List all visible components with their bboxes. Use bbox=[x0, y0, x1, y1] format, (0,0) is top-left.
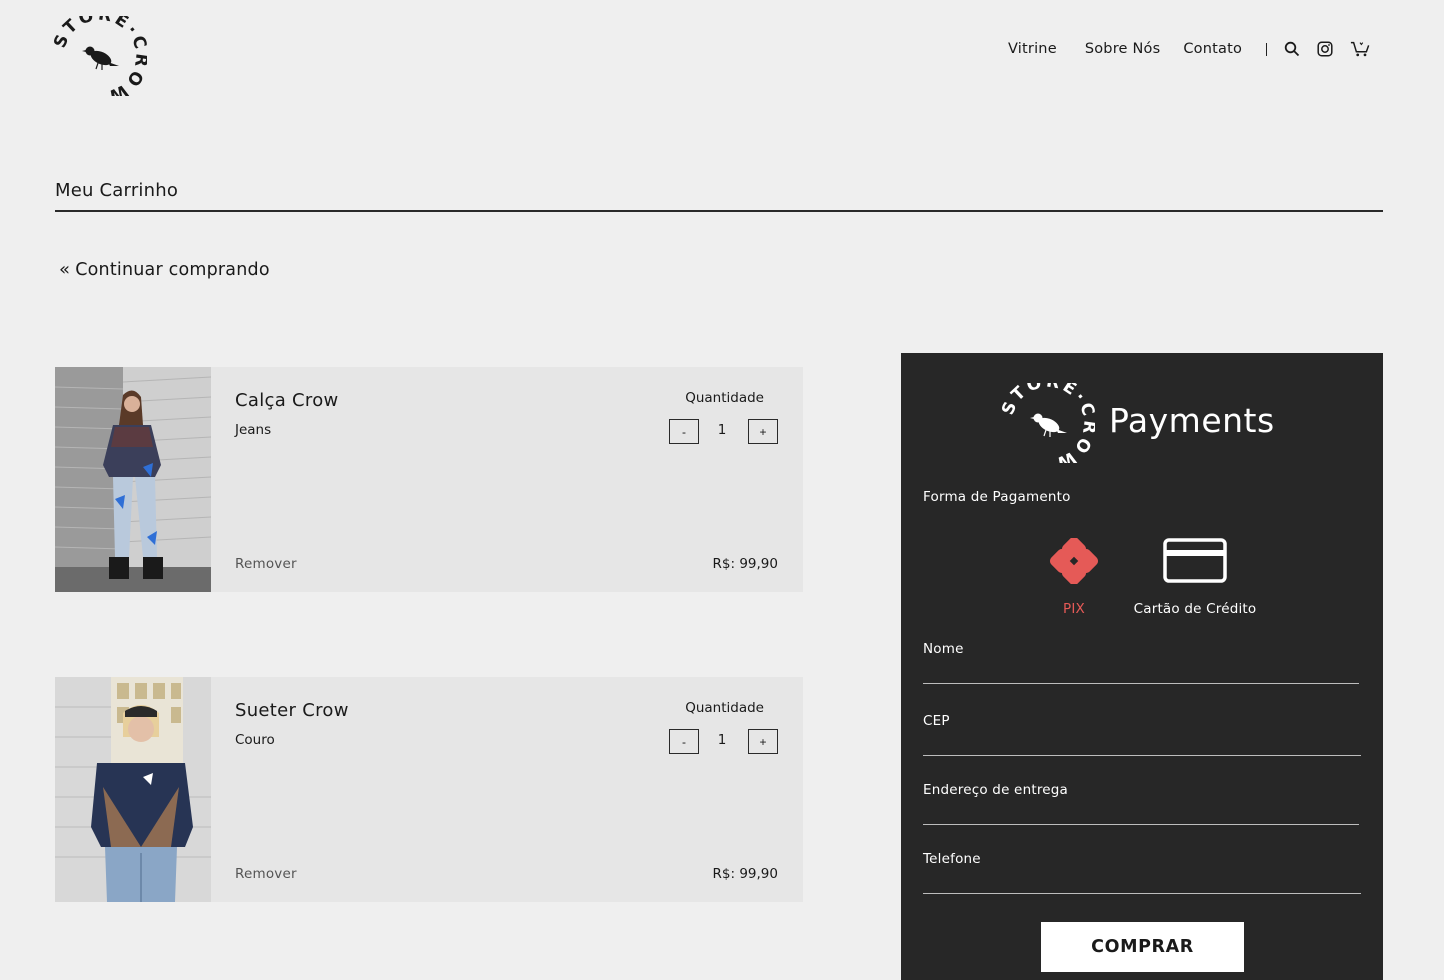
product-variant: Jeans bbox=[235, 422, 272, 438]
quantity-value: 1 bbox=[717, 422, 727, 438]
crow-icon bbox=[1030, 413, 1067, 437]
name-field-label: Nome bbox=[923, 641, 964, 657]
pix-icon bbox=[1047, 535, 1101, 587]
brand-logo[interactable]: STORE·CROW· bbox=[50, 4, 149, 107]
product-image-sueter-crow[interactable] bbox=[55, 677, 211, 902]
payment-title: Payments bbox=[1109, 401, 1275, 440]
payment-option-label: Cartão de Crédito bbox=[1133, 601, 1257, 617]
payment-panel: STORE·CROW· Payments Forma de Pagamento bbox=[901, 353, 1383, 980]
cart-icon[interactable] bbox=[1350, 39, 1370, 59]
nav-divider bbox=[1266, 42, 1268, 56]
product-price: R$: 99,90 bbox=[712, 866, 778, 882]
payment-method-label: Forma de Pagamento bbox=[923, 489, 1071, 505]
quantity-decrease-button[interactable]: - bbox=[669, 419, 699, 444]
nav-link-contato[interactable]: Contato bbox=[1183, 41, 1242, 57]
quantity-increase-button[interactable]: + bbox=[748, 729, 778, 754]
cep-field-label: CEP bbox=[923, 713, 950, 729]
buy-button[interactable]: COMPRAR bbox=[1041, 922, 1244, 972]
quantity-decrease-button[interactable]: - bbox=[669, 729, 699, 754]
store-crow-logo: STORE·CROW· bbox=[50, 4, 149, 107]
phone-input[interactable] bbox=[923, 871, 1361, 893]
title-divider bbox=[55, 210, 1383, 212]
top-navigation: Vitrine Sobre Nós Contato bbox=[1008, 38, 1370, 60]
address-input[interactable] bbox=[923, 802, 1359, 824]
continue-shopping-link[interactable]: « Continuar comprando bbox=[59, 260, 270, 280]
cep-input[interactable] bbox=[923, 733, 1361, 755]
phone-field-underline bbox=[923, 893, 1361, 894]
cart-item: Sueter Crow Couro Quantidade - 1 + Remov… bbox=[55, 677, 803, 902]
quantity-increase-button[interactable]: + bbox=[748, 419, 778, 444]
double-chevron-left-icon: « bbox=[59, 259, 71, 280]
nav-link-vitrine[interactable]: Vitrine bbox=[1008, 41, 1057, 57]
search-icon[interactable] bbox=[1282, 39, 1302, 59]
payment-option-pix[interactable]: PIX bbox=[1046, 535, 1102, 617]
instagram-icon[interactable] bbox=[1315, 39, 1335, 59]
cep-field-underline bbox=[923, 755, 1361, 756]
cart-item: Calça Crow Jeans Quantidade - 1 + Remove… bbox=[55, 367, 803, 592]
crow-icon bbox=[82, 46, 119, 70]
payment-option-credit-card[interactable]: Cartão de Crédito bbox=[1125, 535, 1265, 617]
phone-field-label: Telefone bbox=[923, 851, 981, 867]
page-title: Meu Carrinho bbox=[55, 180, 179, 201]
product-name[interactable]: Sueter Crow bbox=[235, 700, 349, 721]
quantity-value: 1 bbox=[717, 732, 727, 748]
quantity-label: Quantidade bbox=[685, 390, 764, 406]
payment-option-label: PIX bbox=[1063, 601, 1085, 617]
continue-shopping-label: Continuar comprando bbox=[75, 260, 270, 280]
store-crow-logo: STORE·CROW· bbox=[998, 371, 1097, 474]
remove-item-link[interactable]: Remover bbox=[235, 866, 297, 882]
credit-card-icon bbox=[1163, 535, 1227, 587]
nav-link-sobre-nos[interactable]: Sobre Nós bbox=[1085, 41, 1161, 57]
quantity-label: Quantidade bbox=[685, 700, 764, 716]
cart-item-details: Calça Crow Jeans Quantidade - 1 + Remove… bbox=[211, 367, 803, 592]
name-input[interactable] bbox=[923, 661, 1359, 683]
name-field-underline bbox=[923, 683, 1359, 684]
product-price: R$: 99,90 bbox=[712, 556, 778, 572]
payment-brand-logo: STORE·CROW· bbox=[998, 371, 1097, 474]
cart-item-details: Sueter Crow Couro Quantidade - 1 + Remov… bbox=[211, 677, 803, 902]
product-name[interactable]: Calça Crow bbox=[235, 390, 339, 411]
product-variant: Couro bbox=[235, 732, 275, 748]
product-image-calca-crow[interactable] bbox=[55, 367, 211, 592]
address-field-label: Endereço de entrega bbox=[923, 782, 1069, 798]
address-field-underline bbox=[923, 824, 1359, 825]
remove-item-link[interactable]: Remover bbox=[235, 556, 297, 572]
